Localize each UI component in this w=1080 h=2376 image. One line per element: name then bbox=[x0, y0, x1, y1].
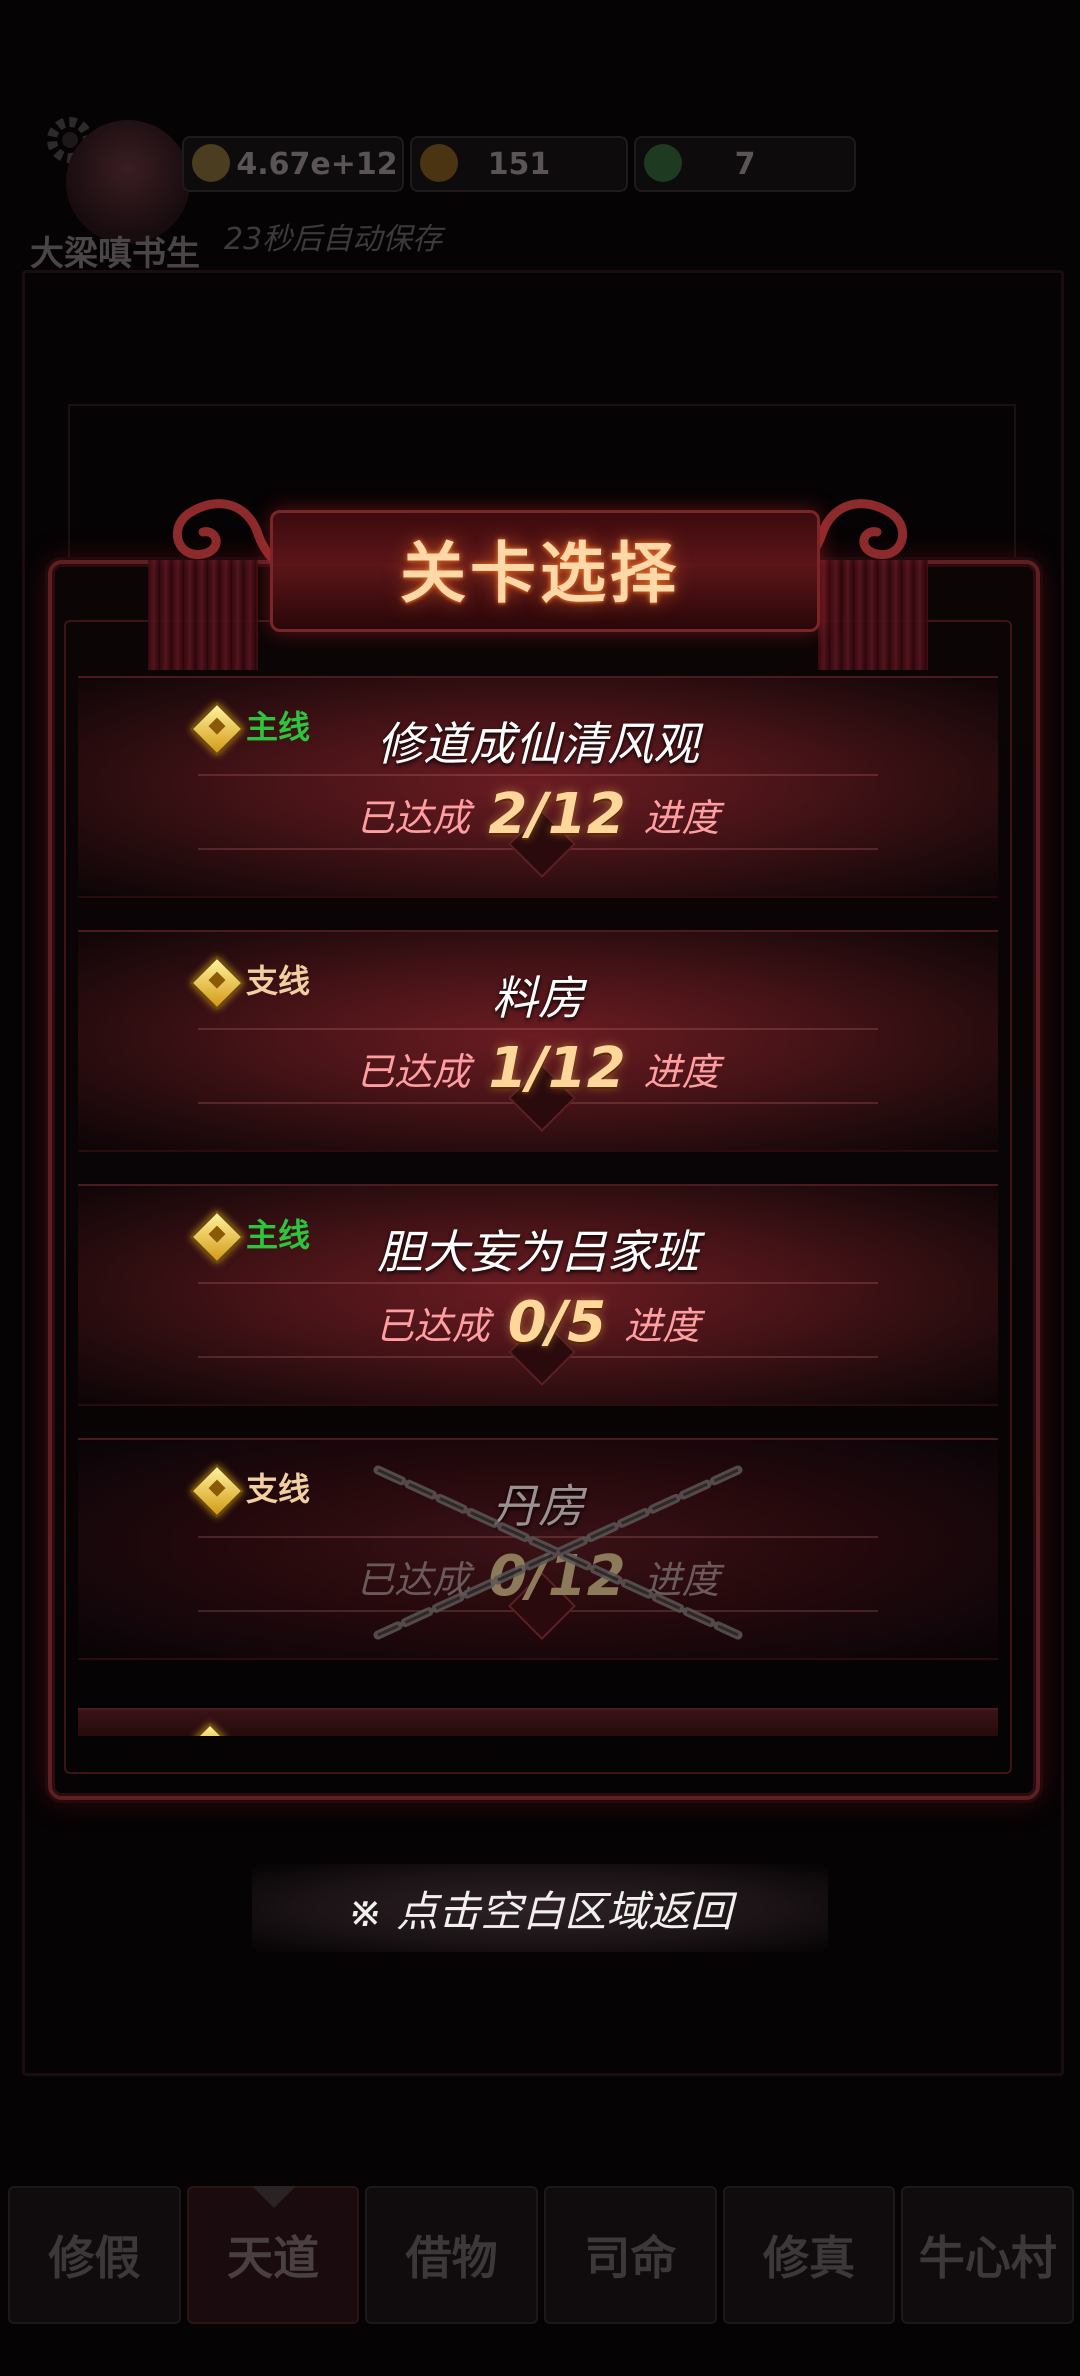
progress-row: 已达成 0/5 进度 bbox=[78, 1290, 998, 1355]
progress-row: 已达成 1/12 进度 bbox=[78, 1036, 998, 1101]
player-name: 大梁嗔书生 bbox=[30, 234, 200, 274]
progress-suffix: 进度 bbox=[643, 1050, 720, 1094]
autosave-status: 23秒后自动保存 bbox=[224, 222, 443, 257]
resource-flame[interactable]: 151 bbox=[410, 136, 628, 192]
resource-flame-value: 151 bbox=[487, 146, 551, 182]
level-list[interactable]: 主线 修道成仙清风观 已达成 2/12 进度 支线 料房 已达成 1/12 进度 bbox=[78, 676, 998, 1736]
lock-chains-icon bbox=[373, 1465, 743, 1640]
progress-prefix: 已达成 bbox=[356, 1050, 471, 1094]
level-select-dialog: 关卡选择 主线 修道成仙清风观 已达成 2/12 进度 支线 料房 已达成 1/… bbox=[48, 499, 1040, 1800]
resource-gold[interactable]: 4.67e+12 bbox=[182, 136, 404, 192]
progress-prefix: 已达成 bbox=[375, 1304, 490, 1348]
resource-jade-value: 7 bbox=[734, 146, 756, 182]
resource-gold-value: 4.67e+12 bbox=[236, 146, 398, 182]
bottom-navigation: 修假 天道 借物 司命 修真 牛心村 bbox=[8, 2186, 1075, 2324]
level-title: 修道成仙清风观 bbox=[377, 717, 699, 771]
tap-blank-to-return-hint[interactable]: ※ 点击空白区域返回 bbox=[252, 1864, 828, 1952]
level-card-partial[interactable] bbox=[78, 1708, 998, 1736]
card-divider bbox=[198, 1028, 878, 1030]
level-card-danfang-locked[interactable]: 支线 丹房 已达成 0/12 进度 bbox=[78, 1438, 998, 1660]
card-divider bbox=[198, 774, 878, 776]
resource-jade[interactable]: 7 bbox=[634, 136, 856, 192]
nav-tab-niuxincun[interactable]: 牛心村 bbox=[901, 2186, 1075, 2324]
nav-tab-xiujia[interactable]: 修假 bbox=[8, 2186, 181, 2324]
quest-diamond-icon bbox=[193, 1723, 227, 1736]
level-card-qingfengguan[interactable]: 主线 修道成仙清风观 已达成 2/12 进度 bbox=[78, 676, 998, 898]
progress-row: 已达成 2/12 进度 bbox=[78, 782, 998, 847]
progress-prefix: 已达成 bbox=[356, 796, 471, 840]
level-title: 料房 bbox=[492, 971, 584, 1025]
level-card-lvjiaban[interactable]: 主线 胆大妄为吕家班 已达成 0/5 进度 bbox=[78, 1184, 998, 1406]
dialog-title: 关卡选择 bbox=[400, 535, 680, 612]
nav-tab-jiewu[interactable]: 借物 bbox=[365, 2186, 539, 2324]
progress-suffix: 进度 bbox=[643, 796, 720, 840]
card-divider bbox=[198, 1282, 878, 1284]
progress-suffix: 进度 bbox=[624, 1304, 701, 1348]
active-tab-pointer-icon bbox=[252, 2186, 296, 2208]
level-card-liaofang[interactable]: 支线 料房 已达成 1/12 进度 bbox=[78, 930, 998, 1152]
nav-tab-siming[interactable]: 司命 bbox=[544, 2186, 717, 2324]
progress-value: 1/12 bbox=[488, 1036, 626, 1101]
progress-value: 2/12 bbox=[488, 782, 626, 847]
level-title: 胆大妄为吕家班 bbox=[377, 1225, 699, 1279]
nav-tab-xiuzhen[interactable]: 修真 bbox=[722, 2186, 896, 2324]
progress-value: 0/5 bbox=[507, 1290, 607, 1355]
